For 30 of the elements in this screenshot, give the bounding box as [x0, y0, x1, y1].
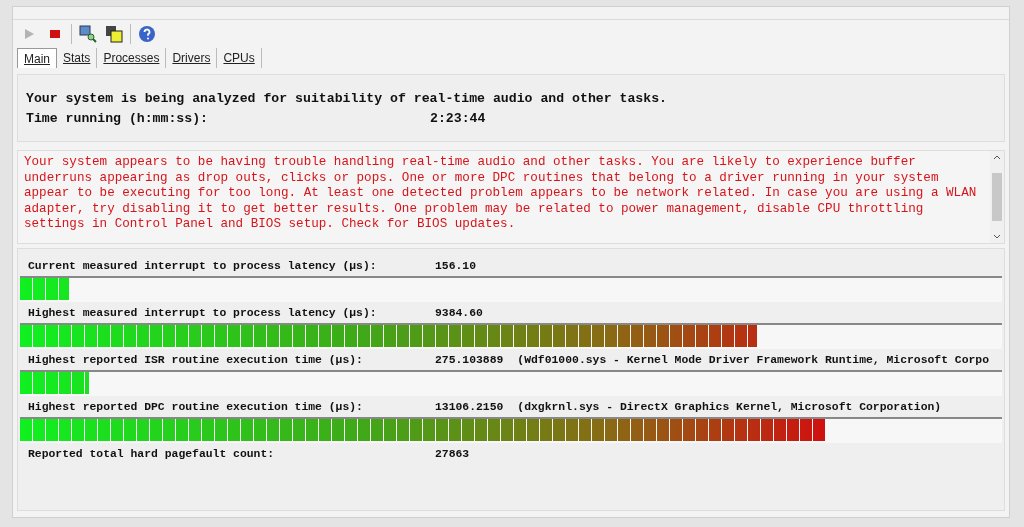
- metric-label: Current measured interrupt to process latency (µs):: [28, 259, 378, 272]
- metric-value: 9384.60: [435, 306, 483, 319]
- stop-icon: [50, 30, 60, 38]
- warning-message: Your system appears to be having trouble handling real-time audio and other tasks. You are likely to experience buffer underruns appearing as drop outs, clicks or pops. One or more DPC routines that belong to a driver running in your system appear to be executing for too long. At least one detected problem appears to be network related. In case you are using a WLAN adapter, try disabling it to get better results. One problem may be related to power management, disable CPU throttling settings in Control Panel and BIOS setup. Check for BIOS updates.: [23, 154, 978, 234]
- tab[interactable]: Processes: [97, 48, 167, 68]
- scrollbar[interactable]: [990, 151, 1004, 243]
- windows-button[interactable]: [104, 24, 124, 44]
- tab[interactable]: Drivers: [166, 48, 218, 68]
- metric-label: Highest reported DPC routine execution time (µs):: [28, 400, 364, 413]
- analyze-button[interactable]: [78, 24, 98, 44]
- tab[interactable]: CPUs: [217, 48, 262, 68]
- tab[interactable]: Stats: [57, 48, 98, 68]
- computer-magnifier-icon: [79, 25, 97, 43]
- metric-value: 13106.2150: [435, 400, 504, 413]
- metric-label: Reported total hard pagefault count:: [28, 447, 276, 460]
- help-icon: [138, 25, 156, 43]
- status-message: Your system is being analyzed for suitability of real-time audio and other tasks.: [26, 90, 669, 108]
- driver-detail: (dxgkrnl.sys - DirectX Graphics Kernel, Microsoft Corporation): [517, 400, 942, 413]
- metric-label: Highest reported ISR routine execution time (µs):: [28, 353, 364, 366]
- metric-value: 27863: [435, 447, 470, 460]
- help-button[interactable]: [137, 24, 157, 44]
- tab[interactable]: Main: [17, 48, 57, 68]
- metric-value: 275.103889: [435, 353, 504, 366]
- metric-label: Highest measured interrupt to process latency (µs):: [28, 306, 378, 319]
- metric-value: 156.10: [435, 259, 476, 272]
- windows-icon: [105, 25, 123, 43]
- time-label: Time running (h:mm:ss):: [26, 110, 210, 128]
- time-value: 2:23:44: [430, 110, 486, 128]
- play-icon: [23, 28, 35, 40]
- driver-detail: (Wdf01000.sys - Kernel Mode Driver Framework Runtime, Microsoft Corpo: [517, 353, 989, 366]
